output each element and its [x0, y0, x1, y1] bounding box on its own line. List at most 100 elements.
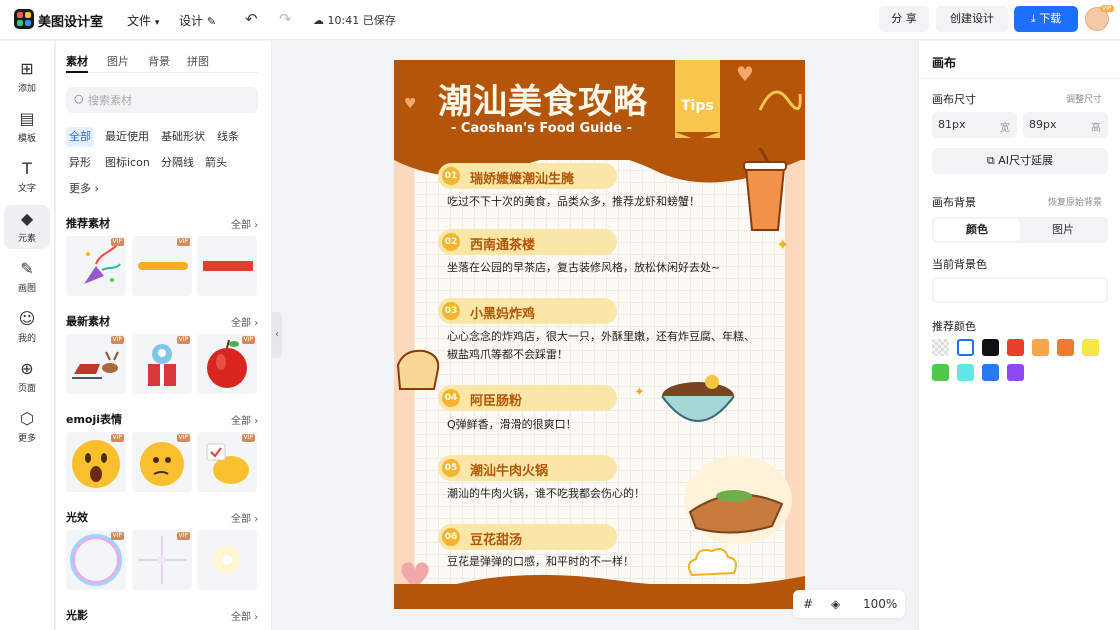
tab-images[interactable]: 图片	[107, 53, 129, 69]
item-heading-5[interactable]: 05 潮汕牛肉火锅	[438, 455, 617, 481]
app-name: 美图设计室	[38, 15, 104, 30]
item-desc-3[interactable]: 心心念念的炸鸡店，很大一只，外酥里嫩，还有炸豆腐、年糕、椒盐鸡爪等都不会踩雷！	[447, 328, 757, 364]
sandwich-illustration[interactable]	[682, 452, 796, 552]
item-heading-4[interactable]: 04 阿臣肠粉	[438, 385, 617, 411]
search-icon: ○	[74, 92, 84, 105]
section-all-link[interactable]: 全部 ›	[231, 412, 258, 427]
left-nav: ⊞ 添加 ▤ 模板 T 文字 ◆ 元素 ✎ 画图 ☺ 我的 ⊕ 页面 ⬡ 更多	[0, 41, 55, 630]
tab-divider	[66, 72, 258, 73]
material-reindeer-sleigh[interactable]: VIP	[66, 334, 126, 394]
vip-badge: VIP	[110, 336, 124, 344]
swatch-black[interactable]	[982, 339, 999, 356]
tab-materials[interactable]: 素材	[66, 53, 88, 69]
redo-icon[interactable]: ↷	[279, 10, 292, 28]
nav-item-mine[interactable]: ☺ 我的	[4, 305, 50, 349]
nav-item-page[interactable]: ⊕ 页面	[4, 355, 50, 399]
chip-all[interactable]: 全部	[66, 127, 94, 147]
nav-item-draw[interactable]: ✎ 画图	[4, 255, 50, 299]
effect-bubble[interactable]: VIP	[66, 530, 126, 590]
collapse-panel-handle[interactable]: ‹	[272, 312, 282, 358]
current-bg-color[interactable]	[932, 277, 1108, 303]
nav-item-elements[interactable]: ◆ 元素	[4, 205, 50, 249]
item-heading-2[interactable]: 02 西南通茶楼	[438, 229, 617, 255]
restore-bg-link[interactable]: 恢复原始背景	[1048, 195, 1102, 208]
chip-icons[interactable]: 图标icon	[102, 153, 153, 173]
undo-icon[interactable]: ↶	[245, 10, 258, 28]
file-menu[interactable]: 文件 ▾	[127, 12, 159, 29]
design-canvas[interactable]: 潮汕美食攻略 - Caoshan's Food Guide - Tips ♥ ♥…	[394, 60, 805, 609]
swatch-light-orange[interactable]	[1032, 339, 1049, 356]
design-menu[interactable]: 设计 ✎	[179, 12, 216, 29]
section-all-link[interactable]: 全部 ›	[231, 510, 258, 525]
chip-dividers[interactable]: 分隔线	[158, 153, 197, 173]
swatch-white[interactable]	[957, 339, 974, 356]
zoom-level[interactable]: 100%	[863, 597, 897, 611]
swatch-yellow[interactable]	[1082, 339, 1099, 356]
layers-icon[interactable]: ◈	[831, 597, 840, 611]
vip-badge: VIP	[110, 238, 124, 246]
material-party-popper[interactable]: VIP	[66, 236, 126, 296]
nav-item-template[interactable]: ▤ 模板	[4, 105, 50, 149]
chip-recent[interactable]: 最近使用	[102, 127, 152, 147]
rice-bowl-illustration[interactable]	[658, 366, 738, 432]
chip-basic-shapes[interactable]: 基础形状	[158, 127, 208, 147]
nav-item-text[interactable]: T 文字	[4, 155, 50, 199]
chip-more[interactable]: 更多 ›	[66, 179, 102, 199]
tab-backgrounds[interactable]: 背景	[148, 53, 170, 69]
search-input[interactable]	[88, 91, 248, 109]
material-gift-box[interactable]: VIP	[132, 334, 192, 394]
nav-item-more[interactable]: ⬡ 更多	[4, 405, 50, 449]
chevron-right-icon: ›	[254, 416, 259, 427]
swatch-red[interactable]	[1007, 339, 1024, 356]
height-field[interactable]: 89px 高	[1023, 112, 1108, 138]
download-button[interactable]: ⤓ 下载	[1014, 6, 1078, 32]
effect-sparkle[interactable]: VIP	[132, 530, 192, 590]
item-heading-1[interactable]: 01 瑞娇嬷嬷潮汕生腌	[438, 163, 617, 189]
swatch-orange[interactable]	[1057, 339, 1074, 356]
drink-cup-illustration[interactable]	[734, 148, 804, 238]
section-all-link[interactable]: 全部 ›	[231, 216, 258, 231]
effect-glow[interactable]	[197, 530, 257, 590]
section-title: 光效	[66, 511, 88, 524]
vip-badge: VIP	[241, 434, 255, 442]
height-unit: 高	[1091, 123, 1101, 134]
toast-illustration[interactable]	[394, 345, 444, 395]
bg-type-switch: 颜色 图片	[932, 217, 1108, 243]
vip-badge: VIP	[241, 336, 255, 344]
emoji-shocked[interactable]: VIP	[66, 432, 126, 492]
section-title: 光影	[66, 609, 88, 622]
material-red-apple[interactable]: VIP	[197, 334, 257, 394]
swatch-blue[interactable]	[982, 364, 999, 381]
ai-extend-button[interactable]: ⧉ AI尺寸延展	[932, 148, 1108, 174]
poster-subtitle[interactable]: - Caoshan's Food Guide -	[451, 121, 632, 136]
material-red-bar[interactable]	[197, 236, 257, 296]
tab-collage[interactable]: 拼图	[187, 53, 209, 69]
item-desc-2[interactable]: 坐落在公园的早茶店，复古装修风格，放松休闲好去处~	[447, 259, 767, 277]
chip-arrows[interactable]: 箭头	[202, 153, 230, 173]
poster-title[interactable]: 潮汕美食攻略	[438, 74, 648, 123]
grid-icon[interactable]: #	[803, 597, 813, 611]
adjust-size-link[interactable]: 调整尺寸	[1066, 92, 1102, 105]
bg-type-color[interactable]: 颜色	[934, 219, 1020, 241]
material-yellow-stroke[interactable]: VIP	[132, 236, 192, 296]
swatch-purple[interactable]	[1007, 364, 1024, 381]
bg-type-image[interactable]: 图片	[1020, 219, 1106, 241]
item-heading-6[interactable]: 06 豆花甜汤	[438, 524, 617, 550]
tips-ribbon[interactable]: Tips	[675, 60, 720, 140]
chip-irregular[interactable]: 异形	[66, 153, 94, 173]
chip-lines[interactable]: 线条	[214, 127, 242, 147]
swatch-cyan[interactable]	[957, 364, 974, 381]
section-all-link[interactable]: 全部 ›	[231, 314, 258, 329]
swatch-transparent[interactable]	[932, 339, 949, 356]
emoji-thinking[interactable]: VIP	[132, 432, 192, 492]
section-all-link[interactable]: 全部 ›	[231, 608, 258, 623]
nav-item-add[interactable]: ⊞ 添加	[4, 55, 50, 99]
create-design-button[interactable]: 创建设计	[936, 6, 1008, 32]
item-heading-3[interactable]: 03 小黑妈炸鸡	[438, 298, 617, 324]
emoji-chick[interactable]: VIP	[197, 432, 257, 492]
swatch-green[interactable]	[932, 364, 949, 381]
share-button[interactable]: 分 享	[879, 6, 929, 32]
ribbon-notch	[675, 132, 720, 140]
width-field[interactable]: 81px 宽	[932, 112, 1017, 138]
item-desc-1[interactable]: 吃过不下十次的美食，品类众多，推荐龙虾和螃蟹！	[447, 193, 767, 211]
